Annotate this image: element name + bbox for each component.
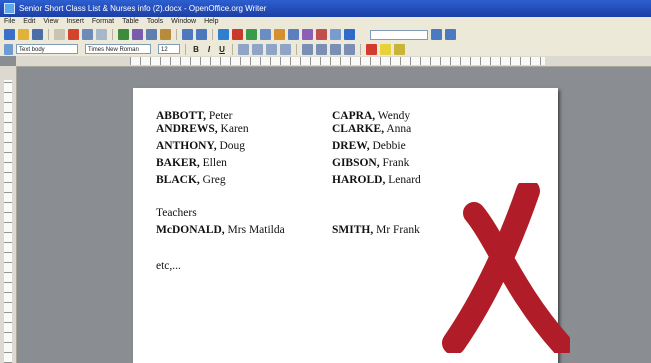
student-name: HAROLD, Lenard [332,174,421,186]
print-icon[interactable] [82,29,93,40]
find-input[interactable] [370,29,428,40]
ruler-scale [4,80,12,363]
justify-icon[interactable] [280,43,291,55]
toolbar-separator [296,43,297,55]
vertical-ruler[interactable] [0,66,17,363]
copy-icon[interactable] [146,29,157,40]
navigator-icon[interactable] [302,29,313,40]
italic-icon[interactable]: I [204,45,214,54]
menu-help[interactable]: Help [204,17,218,27]
paste-icon[interactable] [160,29,171,40]
font-color-icon[interactable] [366,43,377,55]
menu-edit[interactable]: Edit [23,17,35,27]
menu-insert[interactable]: Insert [66,17,84,27]
numbering-icon[interactable] [302,43,313,55]
toolbar-separator [212,29,213,40]
student-name: CLARKE, Anna [332,123,412,135]
gallery-icon[interactable] [316,29,327,40]
student-name: ABBOTT, Peter [156,110,233,122]
etc-text: etc,... [156,260,181,272]
window-title-bar: Senior Short Class List & Nurses info (2… [0,0,651,17]
spellcheck-icon[interactable] [118,29,129,40]
help-icon[interactable] [344,29,355,40]
student-name: CAPRA, Wendy [332,110,411,122]
save-icon[interactable] [32,29,43,40]
image-icon[interactable] [246,29,257,40]
menu-tools[interactable]: Tools [147,17,163,27]
toolbar-separator [112,29,113,40]
formatting-toolbar: Text body Times New Roman 12 B I U [0,42,651,56]
align-center-icon[interactable] [252,43,263,55]
window-title: Senior Short Class List & Nurses info (2… [19,4,267,13]
student-name: BAKER, Ellen [156,157,227,169]
find-previous-icon[interactable] [445,29,456,40]
email-icon[interactable] [54,29,65,40]
align-right-icon[interactable] [266,43,277,55]
underline-icon[interactable]: U [217,45,227,54]
redo-icon[interactable] [196,29,207,40]
print-preview-icon[interactable] [96,29,107,40]
toolbar-separator [185,43,186,55]
student-name: ANDREWS, Karen [156,123,249,135]
student-name: BLACK, Greg [156,174,226,186]
hyperlink-icon[interactable] [218,29,229,40]
teacher-name: McDONALD, Mrs Matilda [156,224,285,236]
menu-table[interactable]: Table [122,17,139,27]
teacher-name: SMITH, Mr Frank [332,224,420,236]
bullets-icon[interactable] [316,43,327,55]
table-icon[interactable] [232,29,243,40]
font-size-select[interactable]: 12 [158,44,180,54]
increase-indent-icon[interactable] [344,43,355,55]
undo-icon[interactable] [182,29,193,40]
menu-bar: File Edit View Insert Format Table Tools… [0,17,651,27]
font-name-select[interactable]: Times New Roman [85,44,151,54]
menu-format[interactable]: Format [92,17,114,27]
student-name: GIBSON, Frank [332,157,410,169]
toolbar-separator [232,43,233,55]
toolbar-separator [176,29,177,40]
find-next-icon[interactable] [431,29,442,40]
menu-window[interactable]: Window [171,17,196,27]
highlighting-icon[interactable] [380,43,391,55]
student-name: DREW, Debbie [332,140,406,152]
teachers-heading: Teachers [156,207,197,219]
find-replace-icon[interactable] [288,29,299,40]
new-document-icon[interactable] [4,29,15,40]
student-name: ANTHONY, Doug [156,140,246,152]
ruler-scale [130,57,545,65]
writer-app-icon [4,3,15,14]
decrease-indent-icon[interactable] [330,43,341,55]
styles-formatting-icon[interactable] [4,43,13,55]
chart-icon[interactable] [260,29,271,40]
align-left-icon[interactable] [238,43,249,55]
standard-toolbar [0,27,651,42]
cut-icon[interactable] [132,29,143,40]
draw-functions-icon[interactable] [274,29,285,40]
toolbar-separator [48,29,49,40]
menu-file[interactable]: File [4,17,15,27]
zoom-icon[interactable] [330,29,341,40]
open-folder-icon[interactable] [18,29,29,40]
horizontal-ruler[interactable] [16,56,651,67]
toolbar-separator [360,43,361,55]
paragraph-style-select[interactable]: Text body [16,44,78,54]
background-color-icon[interactable] [394,43,405,55]
red-cross-icon [442,183,570,353]
bold-icon[interactable]: B [191,45,201,54]
menu-view[interactable]: View [43,17,58,27]
export-pdf-icon[interactable] [68,29,79,40]
